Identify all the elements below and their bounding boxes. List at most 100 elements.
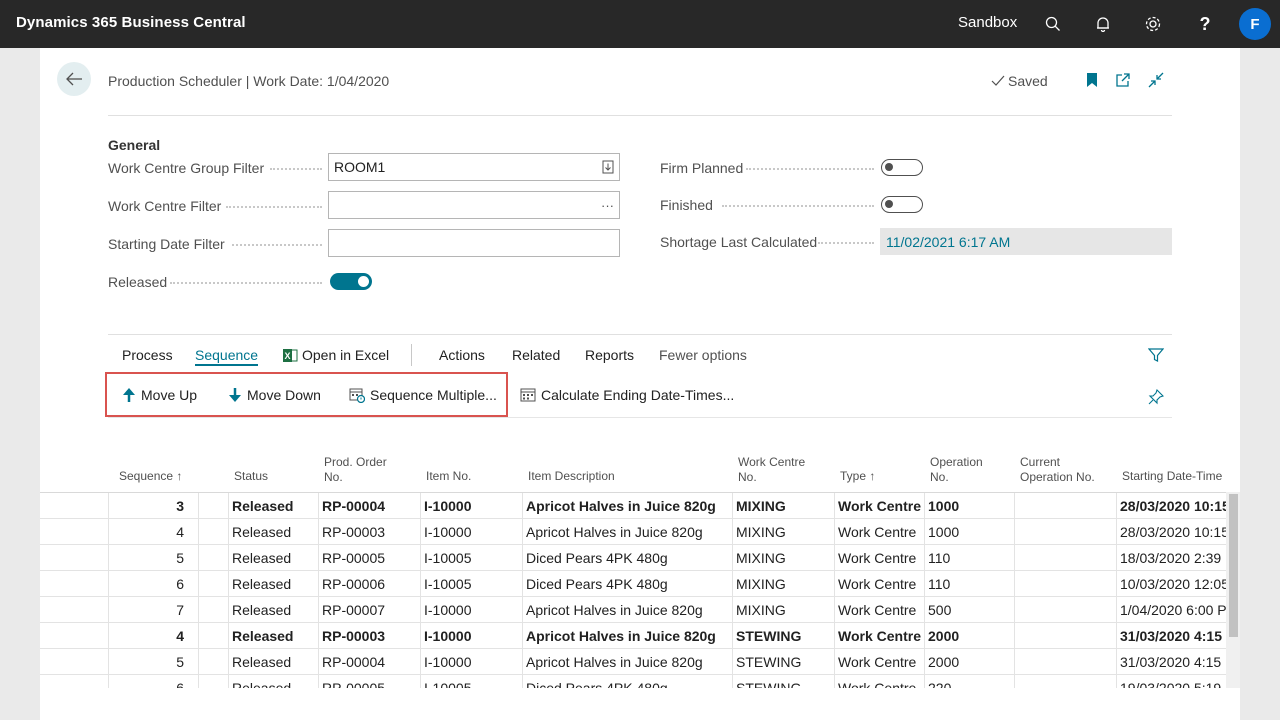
menu-reports[interactable]: Reports (585, 347, 634, 363)
cell-sequence[interactable]: 3 (108, 493, 198, 519)
cell-sequence[interactable]: 5 (108, 545, 198, 571)
app-title[interactable]: Dynamics 365 Business Central (16, 14, 246, 31)
collapse-icon[interactable] (1147, 71, 1165, 89)
cell-type[interactable]: Work Centre (834, 623, 924, 649)
cell-sequence[interactable]: 7 (108, 597, 198, 623)
cell-start[interactable]: 31/03/2020 4:15 PM (1116, 649, 1226, 675)
cell-prod-order[interactable]: RP-00005 (318, 675, 420, 688)
cell-sequence[interactable]: 4 (108, 623, 198, 649)
firm-planned-toggle[interactable] (881, 159, 923, 176)
cell-work-centre[interactable]: MIXING (732, 597, 834, 623)
cell-operation[interactable]: 220 (924, 675, 1014, 688)
cell-start[interactable]: 28/03/2020 10:15 AM (1116, 493, 1226, 519)
cell-sequence[interactable]: 6 (108, 571, 198, 597)
cell-sequence[interactable]: 5 (108, 649, 198, 675)
cell-item-no[interactable]: I-10000 (420, 623, 522, 649)
cell-work-centre[interactable]: MIXING (732, 545, 834, 571)
cell-prod-order[interactable]: RP-00007 (318, 597, 420, 623)
search-icon[interactable] (1041, 12, 1065, 36)
cell-prod-order[interactable]: RP-00003 (318, 623, 420, 649)
table-row[interactable]: 6 Released RP-00006 I-10005 Diced Pears 4PK … (40, 571, 1226, 597)
table-row[interactable]: 4 Released RP-00003 I-10000 Apricot Halves i… (40, 519, 1226, 545)
col-starting-date-time[interactable]: Starting Date-Time (1122, 469, 1222, 484)
cell-type[interactable]: Work Centre (834, 597, 924, 623)
cell-status[interactable]: Released (228, 623, 318, 649)
cell-start[interactable]: 18/03/2020 2:39 PM (1116, 545, 1226, 571)
cell-operation[interactable]: 2000 (924, 623, 1014, 649)
col-work-centre-no[interactable]: Work Centre No. (738, 455, 818, 485)
table-row[interactable]: 7 Released RP-00007 I-10000 Apricot Halves i… (40, 597, 1226, 623)
help-icon[interactable]: ? (1193, 12, 1217, 36)
table-row[interactable]: 4 Released RP-00003 I-10000 Apricot Halves i… (40, 623, 1226, 649)
menu-sequence[interactable]: Sequence (195, 347, 259, 366)
cell-current-op[interactable] (1014, 519, 1116, 545)
col-prod-order-no[interactable]: Prod. Order No. (324, 455, 404, 485)
col-current-operation-no[interactable]: Current Operation No. (1020, 455, 1100, 485)
section-title-general[interactable]: General (108, 137, 160, 153)
cell-work-centre[interactable]: MIXING (732, 519, 834, 545)
cell-status[interactable]: Released (228, 571, 318, 597)
cell-work-centre[interactable]: MIXING (732, 571, 834, 597)
cell-sequence[interactable]: 6 (108, 675, 198, 688)
pin-icon[interactable] (1147, 388, 1165, 406)
cell-current-op[interactable] (1014, 545, 1116, 571)
cell-current-op[interactable] (1014, 597, 1116, 623)
cell-status[interactable]: Released (228, 675, 318, 688)
cell-status[interactable]: Released (228, 493, 318, 519)
calculate-ending-date-times-button[interactable]: Calculate Ending Date-Times... (520, 387, 734, 403)
cell-type[interactable]: Work Centre (834, 649, 924, 675)
cell-current-op[interactable] (1014, 623, 1116, 649)
cell-current-op[interactable] (1014, 493, 1116, 519)
cell-item-no[interactable]: I-10005 (420, 545, 522, 571)
table-row[interactable]: 5 Released RP-00004 I-10000 Apricot Halves i… (40, 649, 1226, 675)
cell-type[interactable]: Work Centre (834, 545, 924, 571)
cell-start[interactable]: 31/03/2020 4:15 PM (1116, 623, 1226, 649)
cell-current-op[interactable] (1014, 675, 1116, 688)
cell-prod-order[interactable]: RP-00004 (318, 493, 420, 519)
cell-description[interactable]: Apricot Halves in Juice 820g (522, 623, 732, 649)
avatar[interactable]: F (1239, 8, 1271, 40)
cell-start[interactable]: 1/04/2020 6:00 PM (1116, 597, 1226, 623)
cell-operation[interactable]: 2000 (924, 649, 1014, 675)
cell-description[interactable]: Apricot Halves in Juice 820g (522, 519, 732, 545)
cell-current-op[interactable] (1014, 571, 1116, 597)
table-row[interactable]: 3 Released RP-00004 I-10000 Apricot Halves i… (40, 493, 1226, 519)
cell-prod-order[interactable]: RP-00006 (318, 571, 420, 597)
work-centre-filter-input[interactable]: ··· (328, 191, 620, 219)
gear-icon[interactable] (1141, 12, 1165, 36)
cell-item-no[interactable]: I-10005 (420, 675, 522, 688)
cell-type[interactable]: Work Centre (834, 571, 924, 597)
cell-status[interactable]: Released (228, 649, 318, 675)
work-centre-group-filter-input[interactable]: ROOM1 (328, 153, 620, 181)
cell-type[interactable]: Work Centre (834, 675, 924, 688)
cell-description[interactable]: Apricot Halves in Juice 820g (522, 597, 732, 623)
filter-icon[interactable] (1147, 346, 1165, 364)
table-row[interactable]: 5 Released RP-00005 I-10005 Diced Pears 4PK … (40, 545, 1226, 571)
cell-type[interactable]: Work Centre (834, 493, 924, 519)
cell-status[interactable]: Released (228, 519, 318, 545)
cell-item-no[interactable]: I-10000 (420, 493, 522, 519)
released-toggle[interactable] (330, 273, 372, 290)
cell-operation[interactable]: 110 (924, 571, 1014, 597)
cell-description[interactable]: Diced Pears 4PK 480g (522, 571, 732, 597)
finished-toggle[interactable] (881, 196, 923, 213)
scrollbar-thumb[interactable] (1229, 494, 1238, 637)
cell-current-op[interactable] (1014, 649, 1116, 675)
table-row[interactable]: 6 Released RP-00005 I-10005 Diced Pears 4PK … (40, 675, 1226, 688)
cell-start[interactable]: 19/03/2020 5:19 PM (1116, 675, 1226, 688)
cell-operation[interactable]: 500 (924, 597, 1014, 623)
cell-status[interactable]: Released (228, 545, 318, 571)
cell-item-no[interactable]: I-10000 (420, 519, 522, 545)
col-item-no[interactable]: Item No. (426, 469, 471, 484)
starting-date-filter-input[interactable] (328, 229, 620, 257)
menu-fewer-options[interactable]: Fewer options (659, 347, 747, 363)
cell-description[interactable]: Diced Pears 4PK 480g (522, 675, 732, 688)
cell-status[interactable]: Released (228, 597, 318, 623)
menu-process[interactable]: Process (122, 347, 173, 363)
cell-description[interactable]: Apricot Halves in Juice 820g (522, 493, 732, 519)
cell-prod-order[interactable]: RP-00005 (318, 545, 420, 571)
cell-operation[interactable]: 1000 (924, 493, 1014, 519)
menu-open-in-excel[interactable]: X Open in Excel (283, 347, 389, 363)
cell-start[interactable]: 10/03/2020 12:05 PM (1116, 571, 1226, 597)
cell-work-centre[interactable]: MIXING (732, 493, 834, 519)
